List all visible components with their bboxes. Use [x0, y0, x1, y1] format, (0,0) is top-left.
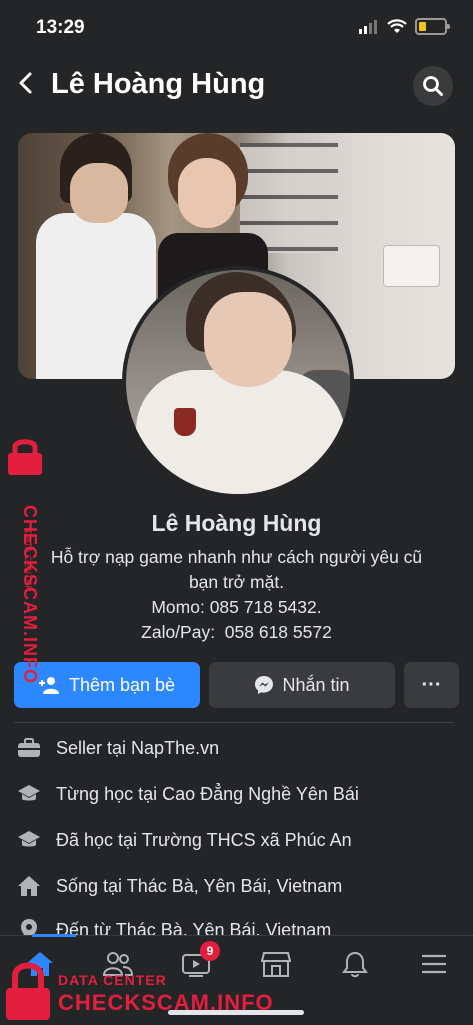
- signal-icon: [359, 19, 377, 34]
- active-tab-indicator: [32, 934, 76, 937]
- graduation-cap-icon: [16, 782, 42, 806]
- detail-link[interactable]: Cao Đẳng Nghề Yên Bái: [162, 784, 359, 804]
- watermark-text: CHECKSCAM.INFO: [58, 990, 274, 1015]
- watermark-bottom: DATA CENTER CHECKSCAM.INFO: [0, 958, 320, 1024]
- detail-link[interactable]: Thác Bà, Yên Bái, Vietnam: [127, 876, 342, 896]
- top-bar: Lê Hoàng Hùng: [0, 56, 473, 116]
- profile-avatar[interactable]: [122, 266, 354, 498]
- briefcase-icon: [16, 736, 42, 760]
- watermark-subtext: DATA CENTER: [22, 530, 33, 592]
- detail-value: Trường THCS xã Phúc An: [141, 829, 352, 850]
- tab-menu[interactable]: [416, 946, 452, 982]
- add-friend-label: Thêm bạn bè: [68, 674, 176, 695]
- search-button[interactable]: [413, 66, 453, 106]
- add-friend-icon: [38, 677, 59, 694]
- wifi-icon: [387, 19, 407, 33]
- bio-line: bạn trở mặt.: [188, 572, 285, 592]
- add-friend-button[interactable]: Thêm bạn bè: [14, 662, 200, 708]
- tab-notifications[interactable]: [337, 946, 373, 982]
- search-icon: [423, 76, 443, 96]
- bio-line: Zalo/Pay: 058 618 5572: [141, 622, 332, 642]
- battery-icon: [415, 18, 450, 35]
- detail-text: Đã học tại Trường THCS xã Phúc An: [56, 829, 352, 850]
- graduation-cap-icon: [16, 828, 42, 852]
- profile-name: Lê Hoàng Hùng: [151, 510, 322, 536]
- back-arrow-icon[interactable]: [14, 68, 38, 98]
- more-options-button[interactable]: ···: [404, 662, 459, 708]
- detail-link[interactable]: NapThe.vn: [131, 738, 219, 758]
- menu-icon: [422, 954, 446, 974]
- detail-row-work[interactable]: Seller tại NapThe.vn: [16, 733, 456, 763]
- detail-row-college[interactable]: Từng học tại Cao Đẳng Nghề Yên Bái: [16, 779, 456, 809]
- lock-icon: [8, 439, 42, 475]
- page-title: Lê Hoàng Hùng: [51, 68, 266, 100]
- detail-row-school[interactable]: Đã học tại Trường THCS xã Phúc An: [16, 825, 456, 855]
- divider: [14, 722, 454, 723]
- bell-icon: [342, 951, 368, 978]
- message-button[interactable]: Nhắn tin: [209, 662, 395, 708]
- lock-icon: [6, 962, 50, 1020]
- watermark-side: CHECKSCAM.INFO DATA CENTER: [2, 436, 50, 684]
- status-bar: 13:29: [0, 0, 473, 54]
- detail-text: Từng học tại Cao Đẳng Nghề Yên Bái: [56, 783, 359, 804]
- bio-line: Momo: 085 718 5432.: [151, 597, 322, 617]
- detail-row-lives[interactable]: Sống tại Thác Bà, Yên Bái, Vietnam: [16, 871, 456, 901]
- detail-text: Seller tại NapThe.vn: [56, 737, 220, 758]
- status-time: 13:29: [36, 17, 85, 38]
- message-label: Nhắn tin: [282, 674, 350, 695]
- watermark-text: DATA CENTER: [58, 972, 167, 988]
- profile-bio: Hỗ trợ nạp game nhanh như cách người yêu…: [0, 545, 473, 645]
- status-icons: [359, 18, 450, 35]
- home-icon: [16, 874, 42, 898]
- more-icon: ···: [421, 673, 442, 696]
- bio-line: Hỗ trợ nạp game nhanh như cách người yêu…: [50, 547, 423, 567]
- messenger-icon: [255, 676, 274, 694]
- detail-text: Sống tại Thác Bà, Yên Bái, Vietnam: [56, 875, 343, 896]
